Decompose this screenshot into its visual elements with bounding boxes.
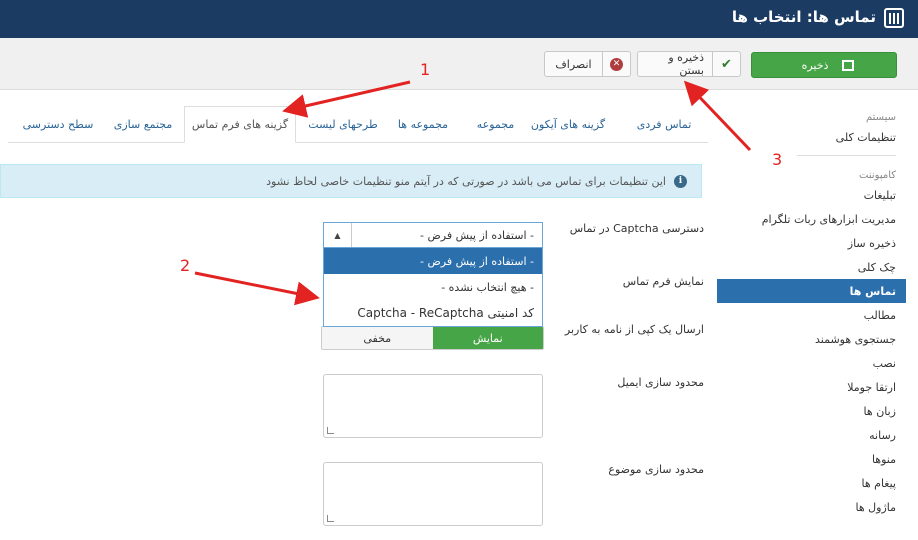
- caret-up-icon: ▲: [324, 223, 352, 247]
- sidebar-item[interactable]: پیغام ها: [717, 471, 906, 495]
- show-form-label: نمایش فرم تماس: [622, 275, 704, 288]
- sidebar-item[interactable]: مطالب: [717, 303, 906, 327]
- sidebar-heading-components: کامپوننت: [859, 170, 896, 181]
- sidebar-item[interactable]: زبان ها: [717, 399, 906, 423]
- annotation-arrow-2: [194, 271, 320, 306]
- cancel-label: انصراف: [555, 57, 592, 71]
- subject-limit-label: محدود سازی موضوع: [608, 463, 704, 476]
- sidebar-item[interactable]: ارتقا جوملا: [717, 375, 906, 399]
- captcha-option-recaptcha[interactable]: کد امنیتی Captcha - ReCaptcha: [324, 300, 542, 326]
- sidebar-item[interactable]: جستجوی هوشمند: [717, 327, 906, 351]
- sidebar-item[interactable]: نصب: [717, 351, 906, 375]
- annotation-number-1: 1: [420, 60, 431, 79]
- tab-category[interactable]: مجموعه: [463, 106, 528, 143]
- info-alert: i این تنظیمات برای تماس می باشد در صورتی…: [0, 164, 702, 198]
- captcha-option-none[interactable]: - هیچ انتخاب نشده -: [324, 274, 542, 300]
- toggle-hide-option[interactable]: مخفی: [322, 327, 433, 349]
- sidebar-item[interactable]: چک کلی: [717, 255, 906, 279]
- sidebar-item-global-config[interactable]: تنظیمات کلی: [717, 125, 906, 149]
- sidebar-item[interactable]: تماس ها: [717, 279, 906, 303]
- save-button-label: ذخیره: [801, 58, 829, 72]
- tab-permissions[interactable]: سطح دسترسی: [13, 106, 103, 143]
- top-header: تماس ها: انتخاب ها: [0, 0, 918, 38]
- sliders-icon: [884, 8, 904, 28]
- save-button[interactable]: ذخیره: [751, 52, 897, 78]
- tab-list-layouts[interactable]: طرحهای لیست: [298, 106, 388, 143]
- toggle-show-option[interactable]: نمایش: [432, 327, 543, 349]
- sidebar-item[interactable]: ماژول ها: [717, 495, 906, 519]
- sidebar-item[interactable]: ذخیره ساز: [717, 231, 906, 255]
- resize-grip-icon[interactable]: [327, 515, 334, 522]
- tab-bar: تماس فردی گزینه های آیکون مجموعه مجموعه …: [8, 106, 708, 143]
- tab-contact[interactable]: تماس فردی: [620, 106, 708, 143]
- sidebar-divider: [797, 155, 896, 156]
- annotation-number-2: 2: [180, 256, 191, 275]
- captcha-label: دسترسی Captcha در تماس: [569, 222, 704, 235]
- captcha-select[interactable]: - استفاده از پیش فرض - ▲: [323, 222, 543, 248]
- subject-limit-textarea[interactable]: [323, 462, 543, 526]
- sidebar-item[interactable]: منوها: [717, 447, 906, 471]
- captcha-option-default[interactable]: - استفاده از پیش فرض -: [324, 248, 542, 274]
- captcha-dropdown: - استفاده از پیش فرض - - هیچ انتخاب نشده…: [323, 248, 543, 327]
- sidebar-item[interactable]: مدیریت ابزارهای ربات تلگرام: [717, 207, 906, 231]
- send-copy-label: ارسال یک کپی از نامه به کاربر: [564, 323, 704, 336]
- captcha-select-value: - استفاده از پیش فرض -: [420, 229, 534, 242]
- tab-categories[interactable]: مجموعه ها: [388, 106, 458, 143]
- toolbar: ذخیره ذخیره و بستن ✔ انصراف ✕: [0, 38, 918, 90]
- page-title: تماس ها: انتخاب ها: [731, 8, 876, 26]
- sidebar: سیستم تنظیمات کلی کامپوننت تبلیغات مدیریت…: [717, 104, 906, 519]
- email-limit-label: محدود سازی ایمیل: [617, 376, 704, 389]
- alert-text: این تنظیمات برای تماس می باشد در صورتی ک…: [266, 174, 666, 188]
- annotation-number-3: 3: [772, 150, 783, 169]
- save-and-close-label: ذخیره و بستن: [668, 51, 704, 77]
- sidebar-item[interactable]: رسانه: [717, 423, 906, 447]
- email-limit-textarea[interactable]: [323, 374, 543, 438]
- tab-integration[interactable]: مجتمع سازی: [103, 106, 183, 143]
- resize-grip-icon[interactable]: [327, 427, 334, 434]
- tab-icon-options[interactable]: گزینه های آیکون: [518, 106, 618, 143]
- sidebar-item[interactable]: تبلیغات: [717, 183, 906, 207]
- check-icon: ✔: [712, 52, 740, 76]
- tab-form-options[interactable]: گزینه های فرم تماس: [184, 106, 296, 143]
- close-circle-icon: ✕: [602, 52, 630, 76]
- send-copy-toggle: مخفی نمایش: [321, 326, 544, 350]
- save-and-close-button[interactable]: ذخیره و بستن ✔: [637, 51, 741, 77]
- info-icon: i: [674, 174, 687, 188]
- edit-icon: [842, 59, 855, 71]
- cancel-button[interactable]: انصراف ✕: [544, 51, 631, 77]
- sidebar-heading-system: سیستم: [866, 112, 896, 123]
